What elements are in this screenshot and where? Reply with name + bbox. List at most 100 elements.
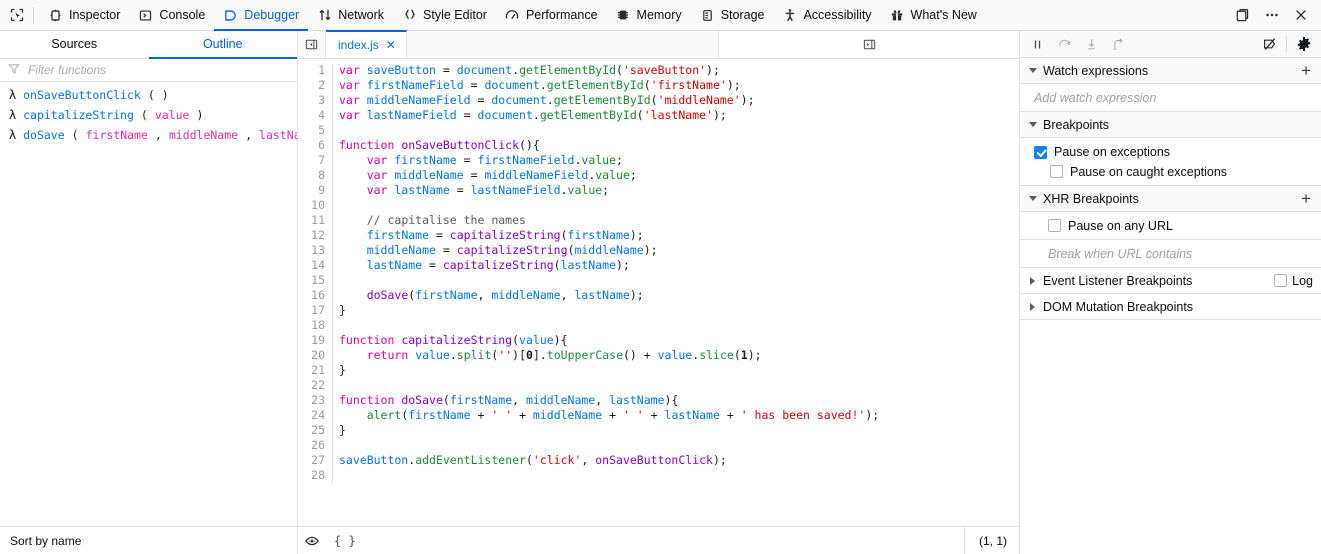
code-line[interactable]: var lastName = lastNameField.value;	[339, 183, 879, 198]
tab-debugger[interactable]: Debugger	[214, 0, 309, 31]
debugger-settings-button[interactable]	[1290, 32, 1317, 56]
outline-item-doSave[interactable]: λ doSave (firstName, middleName, lastName…	[0, 125, 297, 145]
step-out-button[interactable]	[1105, 32, 1132, 56]
code-line[interactable]: middleName = capitalizeString(middleName…	[339, 243, 879, 258]
watch-expressions-header[interactable]: Watch expressions +	[1020, 58, 1321, 84]
add-watch-expression-button[interactable]: +	[1299, 62, 1313, 79]
line-number[interactable]: 26	[298, 438, 325, 453]
line-number[interactable]: 15	[298, 273, 325, 288]
close-icon[interactable]: ✕	[386, 39, 396, 51]
line-number-gutter[interactable]: 1 2 3 4 5 6 7 8 9 10 11 12 13 14 15 16 17 18 19 20 21 22 23 24 2…	[298, 63, 333, 483]
scroll-tabs-left-icon[interactable]	[298, 31, 326, 58]
pause-on-caught-exceptions-checkbox[interactable]	[1050, 165, 1063, 178]
step-over-button[interactable]	[1051, 32, 1078, 56]
scroll-tabs-right-icon[interactable]	[718, 31, 1019, 58]
code-line[interactable]: }	[339, 303, 879, 318]
line-number[interactable]: 4	[298, 108, 325, 123]
line-number[interactable]: 6	[298, 138, 325, 153]
line-number[interactable]: 21	[298, 363, 325, 378]
outline-item-capitalizeString[interactable]: λ capitalizeString (value)	[0, 105, 297, 125]
line-number[interactable]: 28	[298, 468, 325, 483]
line-number[interactable]: 17	[298, 303, 325, 318]
line-number[interactable]: 27	[298, 453, 325, 468]
code-line[interactable]	[339, 198, 879, 213]
source-code[interactable]: var saveButton = document.getElementById…	[333, 63, 879, 483]
dock-layout-icon[interactable]	[1230, 3, 1255, 27]
code-line[interactable]: function doSave(firstName, middleName, l…	[339, 393, 879, 408]
line-number[interactable]: 14	[298, 258, 325, 273]
tab-memory[interactable]: Memory	[607, 0, 691, 31]
pause-on-caught-exceptions-row[interactable]: Pause on caught exceptions	[1020, 162, 1321, 186]
dom-mutation-breakpoints-header[interactable]: DOM Mutation Breakpoints	[1020, 294, 1321, 320]
tab-sources[interactable]: Sources	[0, 31, 149, 59]
code-line[interactable]: alert(firstName + ' ' + middleName + ' '…	[339, 408, 879, 423]
line-number[interactable]: 22	[298, 378, 325, 393]
code-line[interactable]: var firstName = firstNameField.value;	[339, 153, 879, 168]
code-line[interactable]: var lastNameField = document.getElementB…	[339, 108, 879, 123]
tab-network[interactable]: Network	[308, 0, 393, 31]
code-line[interactable]: function onSaveButtonClick(){	[339, 138, 879, 153]
source-tab-index-js[interactable]: index.js ✕	[326, 30, 407, 58]
pause-on-exceptions-row[interactable]: Pause on exceptions	[1020, 138, 1321, 162]
log-checkbox[interactable]	[1274, 274, 1288, 287]
line-number[interactable]: 3	[298, 93, 325, 108]
pause-on-any-url-row[interactable]: Pause on any URL	[1020, 212, 1321, 240]
code-line[interactable]: doSave(firstName, middleName, lastName);	[339, 288, 879, 303]
line-number[interactable]: 2	[298, 78, 325, 93]
code-line[interactable]: var saveButton = document.getElementById…	[339, 63, 879, 78]
line-number[interactable]: 24	[298, 408, 325, 423]
tab-console[interactable]: Console	[129, 0, 214, 31]
xhr-breakpoints-header[interactable]: XHR Breakpoints +	[1020, 186, 1321, 212]
filter-functions-input[interactable]	[26, 62, 289, 78]
line-number[interactable]: 20	[298, 348, 325, 363]
line-number[interactable]: 13	[298, 243, 325, 258]
code-line[interactable]: function capitalizeString(value){	[339, 333, 879, 348]
code-line[interactable]	[339, 273, 879, 288]
line-number[interactable]: 16	[298, 288, 325, 303]
code-line[interactable]: var middleNameField = document.getElemen…	[339, 93, 879, 108]
code-line[interactable]: }	[339, 363, 879, 378]
code-line[interactable]: firstName = capitalizeString(firstName);	[339, 228, 879, 243]
toggle-preview-icon[interactable]	[298, 527, 326, 554]
pretty-print-button[interactable]: { }	[326, 534, 364, 548]
tab-storage[interactable]: Storage	[691, 0, 774, 31]
code-line[interactable]: saveButton.addEventListener('click', onS…	[339, 453, 879, 468]
code-line[interactable]: var middleName = middleNameField.value;	[339, 168, 879, 183]
line-number[interactable]: 23	[298, 393, 325, 408]
event-listener-breakpoints-header[interactable]: Event Listener Breakpoints Log	[1020, 268, 1321, 294]
pause-on-any-url-checkbox[interactable]	[1048, 219, 1061, 232]
line-number[interactable]: 11	[298, 213, 325, 228]
code-editor[interactable]: 1 2 3 4 5 6 7 8 9 10 11 12 13 14 15 16 17 18 19 20 21 22 23 24 2…	[298, 59, 1019, 526]
deactivate-breakpoints-button[interactable]	[1256, 32, 1283, 56]
outline-item-onSaveButtonClick[interactable]: λ onSaveButtonClick ()	[0, 85, 297, 105]
line-number[interactable]: 9	[298, 183, 325, 198]
code-line[interactable]	[339, 318, 879, 333]
code-line[interactable]	[339, 468, 879, 483]
code-line[interactable]: }	[339, 423, 879, 438]
code-line[interactable]: return value.split ('')[0].toUpperCase() …	[339, 348, 879, 363]
line-number[interactable]: 18	[298, 318, 325, 333]
line-number[interactable]: 8	[298, 168, 325, 183]
step-in-button[interactable]	[1078, 32, 1105, 56]
xhr-url-input[interactable]: Break when URL contains	[1020, 240, 1321, 268]
add-watch-expression-input[interactable]: Add watch expression	[1020, 84, 1321, 112]
add-xhr-breakpoint-button[interactable]: +	[1299, 190, 1313, 207]
code-line[interactable]	[339, 378, 879, 393]
breakpoints-header[interactable]: Breakpoints	[1020, 112, 1321, 138]
tab-whats-new[interactable]: What's New	[881, 0, 986, 31]
pause-on-exceptions-checkbox[interactable]	[1034, 145, 1047, 159]
tab-accessibility[interactable]: Accessibility	[773, 0, 880, 31]
tab-performance[interactable]: Performance	[496, 0, 607, 31]
code-line[interactable]: // capitalise the names	[339, 213, 879, 228]
line-number[interactable]: 12	[298, 228, 325, 243]
sort-by-name-button[interactable]: Sort by name	[0, 526, 297, 554]
code-line[interactable]: lastName = capitalizeString(lastName);	[339, 258, 879, 273]
close-devtools-icon[interactable]	[1288, 3, 1313, 27]
line-number[interactable]: 5	[298, 123, 325, 138]
tab-style-editor[interactable]: Style Editor	[393, 0, 496, 31]
line-number[interactable]: 7	[298, 153, 325, 168]
code-line[interactable]: var firstNameField = document.getElement…	[339, 78, 879, 93]
meatball-menu-icon[interactable]	[1259, 3, 1284, 27]
event-listener-log-toggle[interactable]: Log	[1274, 274, 1313, 288]
line-number[interactable]: 19	[298, 333, 325, 348]
